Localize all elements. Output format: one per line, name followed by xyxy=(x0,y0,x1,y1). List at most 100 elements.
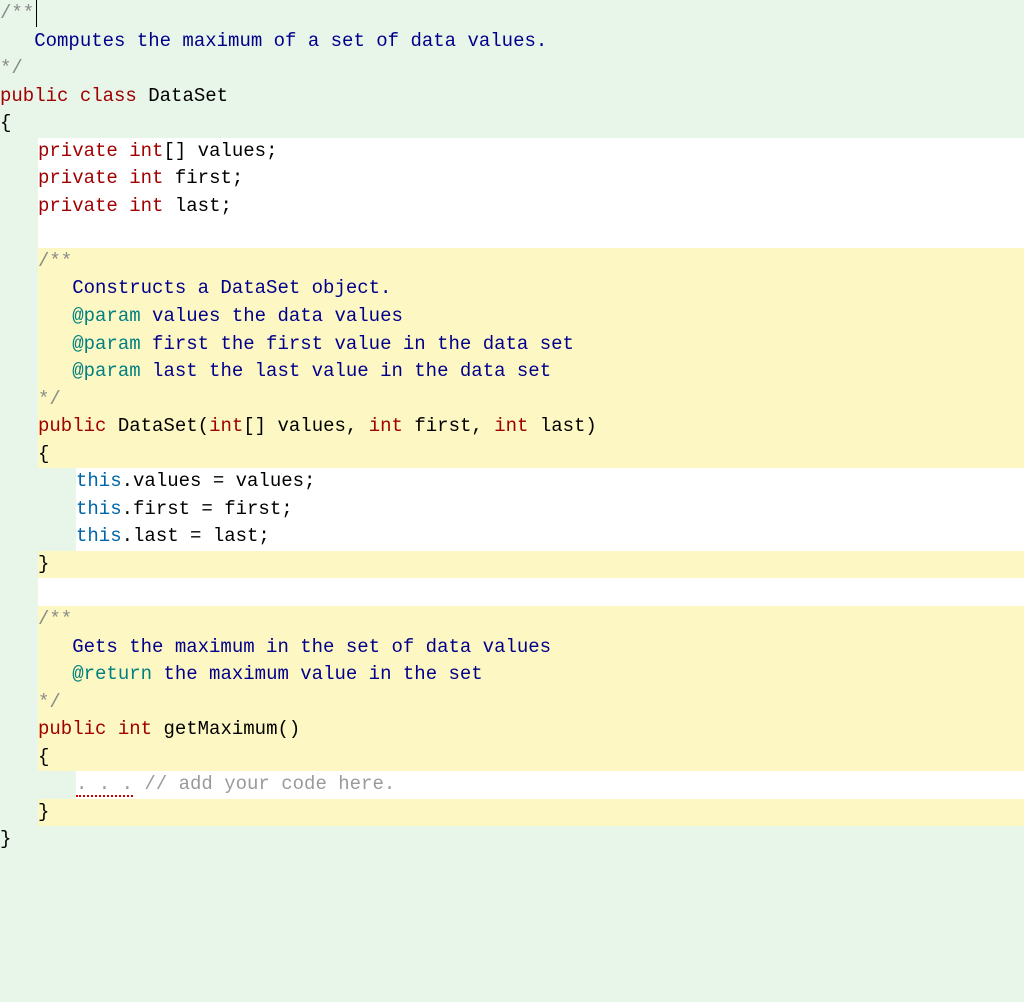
brace-open: { xyxy=(38,744,1024,772)
comment-marker: */ xyxy=(38,691,61,713)
constructor-signature: public DataSet(int[] values, int first, … xyxy=(38,413,1024,441)
brace: { xyxy=(0,112,11,134)
comment-marker: /** xyxy=(38,250,72,272)
param-name: values xyxy=(278,415,346,437)
assign-values: this.values = values; xyxy=(76,468,1024,496)
comment-open: /** xyxy=(38,248,1024,276)
comment-marker: /** xyxy=(0,2,34,24)
field-name: values xyxy=(198,140,266,162)
brace: } xyxy=(38,801,49,823)
type-int: int xyxy=(129,140,163,162)
cursor-icon xyxy=(36,0,37,27)
comment-close: */ xyxy=(38,386,1024,414)
field-name: first xyxy=(175,167,232,189)
parens: () xyxy=(277,718,300,740)
type-int: int xyxy=(129,167,163,189)
brace: } xyxy=(38,553,49,575)
tag-param: @param xyxy=(72,360,140,382)
param-name: last xyxy=(540,415,586,437)
placeholder-comment: // add your code here. xyxy=(133,773,395,795)
assign-last: this.last = last; xyxy=(76,523,1024,551)
field-first: private int first; xyxy=(38,165,1024,193)
assignment: .first = first; xyxy=(122,498,293,520)
comment-close: */ xyxy=(38,689,1024,717)
assignment: .values = values; xyxy=(122,470,316,492)
type-int: int xyxy=(209,415,243,437)
type-int: int xyxy=(118,718,152,740)
brace: { xyxy=(38,746,49,768)
comment-open: /** xyxy=(0,0,1024,28)
doc-text: last the last value in the data set xyxy=(141,360,551,382)
class-declaration: public class DataSet xyxy=(0,83,1024,111)
keyword-public: public xyxy=(38,415,106,437)
semicolon: ; xyxy=(266,140,277,162)
brace-open: { xyxy=(0,110,1024,138)
getmax-body: . . . // add your code here. xyxy=(76,771,1024,799)
brace-close: } xyxy=(38,551,1024,579)
ctor-name: DataSet xyxy=(118,415,198,437)
keyword-this: this xyxy=(76,498,122,520)
constructor-close: } xyxy=(38,551,1024,579)
doc-param2: @param first the first value in the data… xyxy=(38,331,1024,359)
field-last: private int last; xyxy=(38,193,1024,221)
keyword-private: private xyxy=(38,140,118,162)
keyword-this: this xyxy=(76,525,122,547)
type-int: int xyxy=(129,195,163,217)
getmax-doc-block: /** Gets the maximum in the set of data … xyxy=(38,606,1024,771)
placeholder-dots[interactable]: . . . xyxy=(76,773,133,797)
doc-text: Computes the maximum of a set of data va… xyxy=(0,30,547,52)
code-block: /** Computes the maximum of a set of dat… xyxy=(0,0,1024,854)
doc-text: the maximum value in the set xyxy=(152,663,483,685)
tag-return: @return xyxy=(72,663,152,685)
keyword-public: public xyxy=(38,718,106,740)
semicolon: ; xyxy=(232,167,243,189)
doc-param1: @param values the data values xyxy=(38,303,1024,331)
comment-marker: */ xyxy=(0,57,23,79)
getmax-signature: public int getMaximum() xyxy=(38,716,1024,744)
doc-line: Constructs a DataSet object. xyxy=(38,275,1024,303)
comment-marker: */ xyxy=(38,388,61,410)
comment-marker: /** xyxy=(38,608,72,630)
tag-param: @param xyxy=(72,333,140,355)
doc-text: Gets the maximum in the set of data valu… xyxy=(38,636,551,658)
type-int: int xyxy=(494,415,528,437)
brace-open: { xyxy=(38,441,1024,469)
keyword-public: public xyxy=(0,85,68,107)
keyword-this: this xyxy=(76,470,122,492)
keyword-private: private xyxy=(38,195,118,217)
tag-param: @param xyxy=(72,305,140,327)
blank-line xyxy=(38,220,1024,248)
keyword-private: private xyxy=(38,167,118,189)
blank-separator xyxy=(38,578,1024,606)
semicolon: ; xyxy=(220,195,231,217)
doc-text: first the first value in the data set xyxy=(141,333,574,355)
doc-param3: @param last the last value in the data s… xyxy=(38,358,1024,386)
assignment: .last = last; xyxy=(122,525,270,547)
doc-line: Gets the maximum in the set of data valu… xyxy=(38,634,1024,662)
comment-text: Computes the maximum of a set of data va… xyxy=(0,28,1024,56)
assign-first: this.first = first; xyxy=(76,496,1024,524)
brace-close: } xyxy=(38,799,1024,827)
class-brace-close: } xyxy=(0,826,1024,854)
field-name: last xyxy=(175,195,221,217)
brackets: [] xyxy=(243,415,266,437)
field-values: private int[] values; xyxy=(38,138,1024,166)
fields-block: private int[] values; private int first;… xyxy=(38,138,1024,248)
brace: } xyxy=(0,828,11,850)
constructor-body: this.values = values; this.first = first… xyxy=(76,468,1024,551)
doc-return: @return the maximum value in the set xyxy=(38,661,1024,689)
comment-open: /** xyxy=(38,606,1024,634)
constructor-doc-block: /** Constructs a DataSet object. @param … xyxy=(38,248,1024,468)
type-int: int xyxy=(369,415,403,437)
getmax-close: } xyxy=(38,799,1024,827)
method-name: getMaximum xyxy=(163,718,277,740)
doc-text: Constructs a DataSet object. xyxy=(38,277,391,299)
placeholder-line[interactable]: . . . // add your code here. xyxy=(76,771,1024,799)
brackets: [] xyxy=(163,140,186,162)
comment-close: */ xyxy=(0,55,1024,83)
param-name: first xyxy=(414,415,471,437)
brace: { xyxy=(38,443,49,465)
blank-line xyxy=(38,578,1024,606)
keyword-class: class xyxy=(80,85,137,107)
class-name: DataSet xyxy=(148,85,228,107)
